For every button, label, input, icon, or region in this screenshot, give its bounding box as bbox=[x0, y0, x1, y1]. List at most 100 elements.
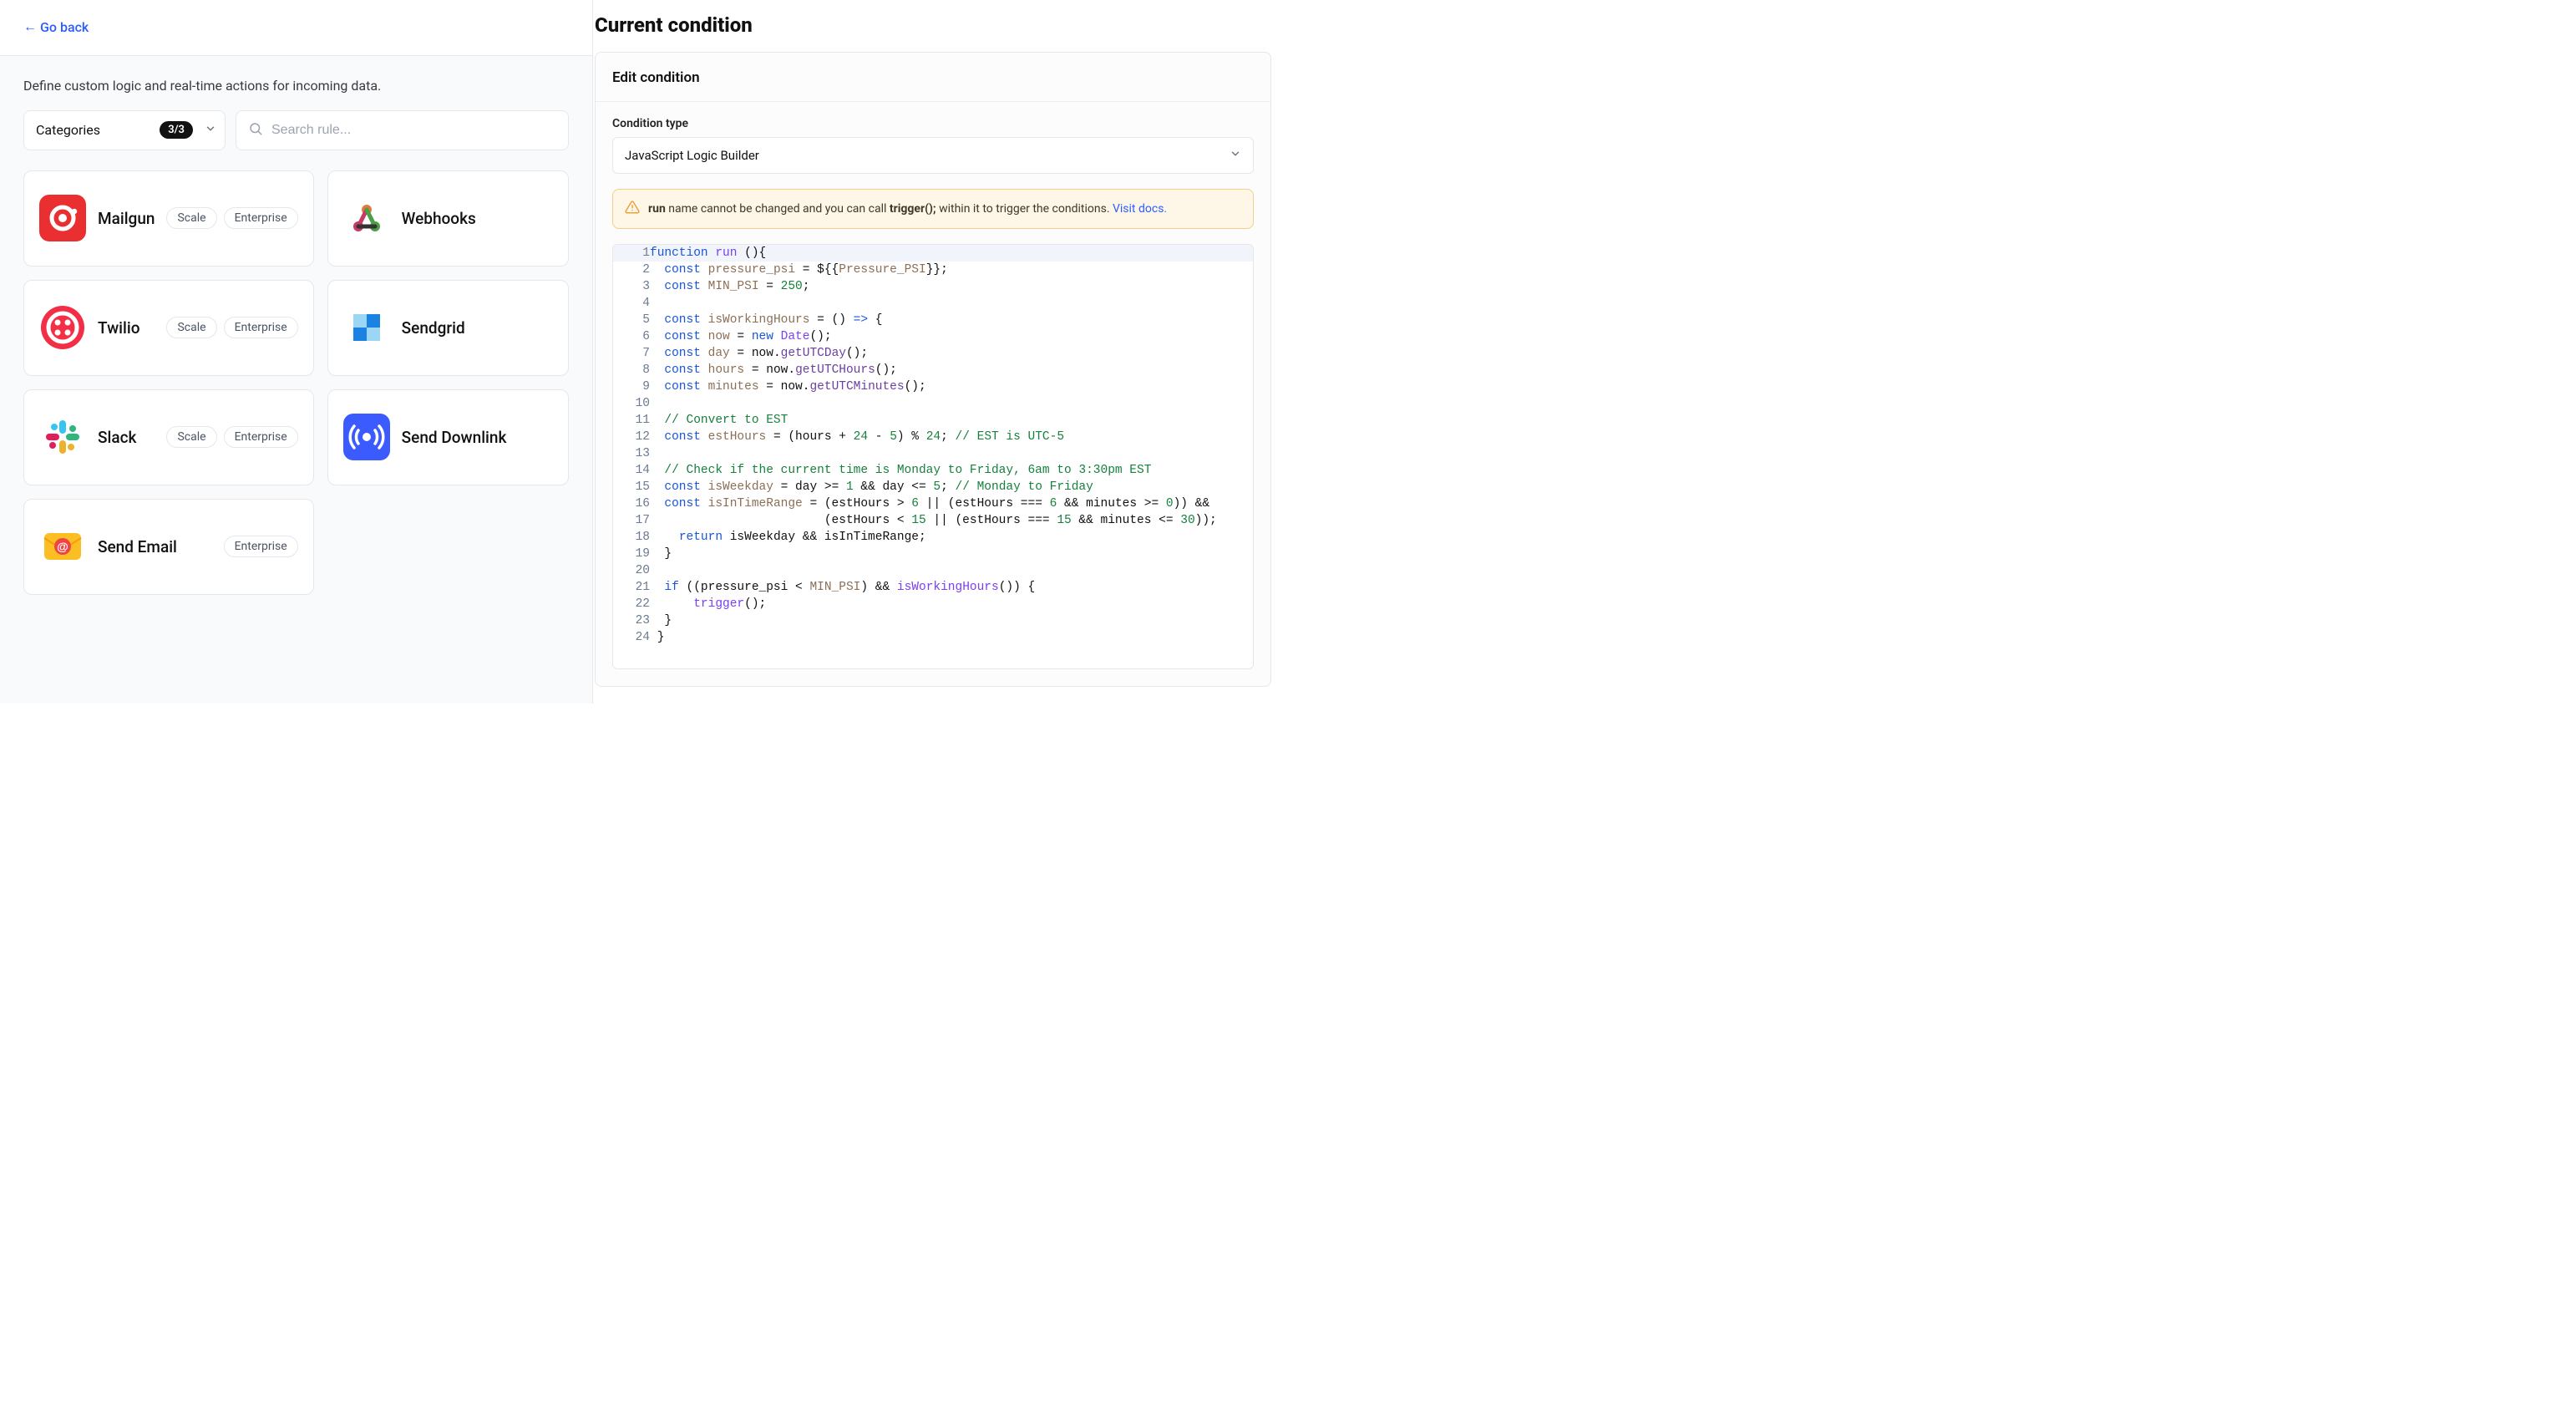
code-content[interactable]: const isWorkingHours = () => { bbox=[650, 312, 1253, 328]
code-line[interactable]: 6 const now = new Date(); bbox=[613, 328, 1253, 345]
chevron-down-icon bbox=[1230, 148, 1241, 163]
code-line[interactable]: 2 const pressure_psi = ${{Pressure_PSI}}… bbox=[613, 262, 1253, 278]
code-content[interactable]: function run (){ bbox=[650, 245, 1253, 262]
page-title: Current condition bbox=[593, 0, 1288, 52]
code-line[interactable]: 1function run (){ bbox=[613, 245, 1253, 262]
code-line[interactable]: 13 bbox=[613, 445, 1253, 462]
code-editor[interactable]: 1function run (){2 const pressure_psi = … bbox=[612, 244, 1254, 669]
code-content[interactable]: } bbox=[650, 612, 1253, 629]
rule-card-slack[interactable]: Slack ScaleEnterprise bbox=[23, 389, 314, 485]
code-line[interactable]: 22 trigger(); bbox=[613, 596, 1253, 612]
go-back-link[interactable]: ← Go back bbox=[23, 19, 89, 35]
condition-type-label: Condition type bbox=[612, 117, 1254, 130]
line-number: 1 bbox=[613, 245, 650, 262]
code-line[interactable]: 14 // Check if the current time is Monda… bbox=[613, 462, 1253, 479]
rule-card-webhooks[interactable]: Webhooks bbox=[327, 170, 569, 267]
code-content[interactable]: } bbox=[650, 629, 1253, 646]
code-content[interactable]: const estHours = (hours + 24 - 5) % 24; … bbox=[650, 429, 1253, 445]
code-content[interactable]: const minutes = now.getUTCMinutes(); bbox=[650, 378, 1253, 395]
line-number: 12 bbox=[613, 429, 650, 445]
code-content[interactable]: // Check if the current time is Monday t… bbox=[650, 462, 1253, 479]
tag-enterprise: Enterprise bbox=[224, 317, 298, 338]
line-number: 5 bbox=[613, 312, 650, 328]
code-line[interactable]: 4 bbox=[613, 295, 1253, 312]
code-content[interactable]: const isInTimeRange = (estHours > 6 || (… bbox=[650, 495, 1253, 512]
alert-text: run name cannot be changed and you can c… bbox=[648, 202, 1167, 216]
code-line[interactable]: 7 const day = now.getUTCDay(); bbox=[613, 345, 1253, 362]
code-content[interactable]: trigger(); bbox=[650, 596, 1253, 612]
arrow-left-icon: ← bbox=[23, 20, 37, 33]
tag-enterprise: Enterprise bbox=[224, 207, 298, 229]
rule-card-sendgrid[interactable]: Sendgrid bbox=[327, 280, 569, 376]
line-number: 9 bbox=[613, 378, 650, 395]
code-content[interactable]: // Convert to EST bbox=[650, 412, 1253, 429]
card-name: Slack bbox=[98, 428, 136, 447]
search-input[interactable] bbox=[271, 123, 556, 138]
code-line[interactable]: 3 const MIN_PSI = 250; bbox=[613, 278, 1253, 295]
code-content[interactable] bbox=[650, 395, 1253, 412]
code-line[interactable]: 10 bbox=[613, 395, 1253, 412]
condition-type-select[interactable]: JavaScript Logic Builder bbox=[612, 137, 1254, 174]
rule-card-send-email[interactable]: @Send EmailEnterprise bbox=[23, 499, 314, 595]
sendgrid-icon bbox=[343, 304, 390, 351]
code-line[interactable]: 18 return isWeekday && isInTimeRange; bbox=[613, 529, 1253, 546]
code-content[interactable]: return isWeekday && isInTimeRange; bbox=[650, 529, 1253, 546]
code-line[interactable]: 20 bbox=[613, 562, 1253, 579]
line-number: 7 bbox=[613, 345, 650, 362]
card-tags: ScaleEnterprise bbox=[166, 317, 297, 338]
line-number: 2 bbox=[613, 262, 650, 278]
card-name: Twilio bbox=[98, 318, 140, 338]
tag-scale: Scale bbox=[166, 207, 216, 229]
line-number: 20 bbox=[613, 562, 650, 579]
line-number: 24 bbox=[613, 629, 650, 646]
twilio-icon bbox=[39, 304, 86, 351]
code-content[interactable]: (estHours < 15 || (estHours === 15 && mi… bbox=[650, 512, 1253, 529]
code-content[interactable] bbox=[650, 445, 1253, 462]
code-content[interactable]: } bbox=[650, 546, 1253, 562]
line-number: 4 bbox=[613, 295, 650, 312]
line-number: 18 bbox=[613, 529, 650, 546]
card-name: Mailgun bbox=[98, 209, 155, 228]
slack-icon bbox=[39, 414, 86, 460]
search-box[interactable] bbox=[236, 110, 569, 150]
card-tags: Scale Enterprise bbox=[166, 207, 297, 229]
code-content[interactable] bbox=[650, 562, 1253, 579]
card-name: Send Downlink bbox=[402, 428, 507, 447]
visit-docs-link[interactable]: Visit docs. bbox=[1113, 202, 1167, 216]
categories-dropdown[interactable]: Categories 3/3 bbox=[23, 110, 226, 150]
alert-banner: run name cannot be changed and you can c… bbox=[612, 189, 1254, 229]
code-line[interactable]: 15 const isWeekday = day >= 1 && day <= … bbox=[613, 479, 1253, 495]
code-line[interactable]: 9 const minutes = now.getUTCMinutes(); bbox=[613, 378, 1253, 395]
rule-card-send-downlink[interactable]: Send Downlink bbox=[327, 389, 569, 485]
code-line[interactable]: 16 const isInTimeRange = (estHours > 6 |… bbox=[613, 495, 1253, 512]
code-line[interactable]: 23 } bbox=[613, 612, 1253, 629]
code-content[interactable]: const hours = now.getUTCHours(); bbox=[650, 362, 1253, 378]
code-line[interactable]: 12 const estHours = (hours + 24 - 5) % 2… bbox=[613, 429, 1253, 445]
mailgun-icon bbox=[39, 195, 86, 241]
code-content[interactable]: const isWeekday = day >= 1 && day <= 5; … bbox=[650, 479, 1253, 495]
code-line[interactable]: 8 const hours = now.getUTCHours(); bbox=[613, 362, 1253, 378]
code-content[interactable]: const now = new Date(); bbox=[650, 328, 1253, 345]
code-content[interactable]: if ((pressure_psi < MIN_PSI) && isWorkin… bbox=[650, 579, 1253, 596]
tag-enterprise: Enterprise bbox=[224, 536, 298, 557]
code-line[interactable]: 5 const isWorkingHours = () => { bbox=[613, 312, 1253, 328]
card-tags: ScaleEnterprise bbox=[166, 426, 297, 448]
condition-type-value: JavaScript Logic Builder bbox=[625, 148, 759, 163]
rule-card-twilio[interactable]: Twilio ScaleEnterprise bbox=[23, 280, 314, 376]
code-content[interactable]: const day = now.getUTCDay(); bbox=[650, 345, 1253, 362]
code-line[interactable]: 24 } bbox=[613, 629, 1253, 646]
send-email-icon: @ bbox=[39, 523, 86, 570]
rule-card-mailgun[interactable]: Mailgun Scale Enterprise bbox=[23, 170, 314, 267]
code-content[interactable] bbox=[650, 295, 1253, 312]
code-line[interactable]: 11 // Convert to EST bbox=[613, 412, 1253, 429]
categories-badge: 3/3 bbox=[160, 121, 193, 139]
send-downlink-icon bbox=[343, 414, 390, 460]
code-line[interactable]: 17 (estHours < 15 || (estHours === 15 &&… bbox=[613, 512, 1253, 529]
page-subtitle: Define custom logic and real-time action… bbox=[23, 78, 569, 94]
line-number: 15 bbox=[613, 479, 650, 495]
code-content[interactable]: const MIN_PSI = 250; bbox=[650, 278, 1253, 295]
code-content[interactable]: const pressure_psi = ${{Pressure_PSI}}; bbox=[650, 262, 1253, 278]
code-line[interactable]: 19 } bbox=[613, 546, 1253, 562]
code-line[interactable]: 21 if ((pressure_psi < MIN_PSI) && isWor… bbox=[613, 579, 1253, 596]
webhooks-icon bbox=[343, 195, 390, 241]
